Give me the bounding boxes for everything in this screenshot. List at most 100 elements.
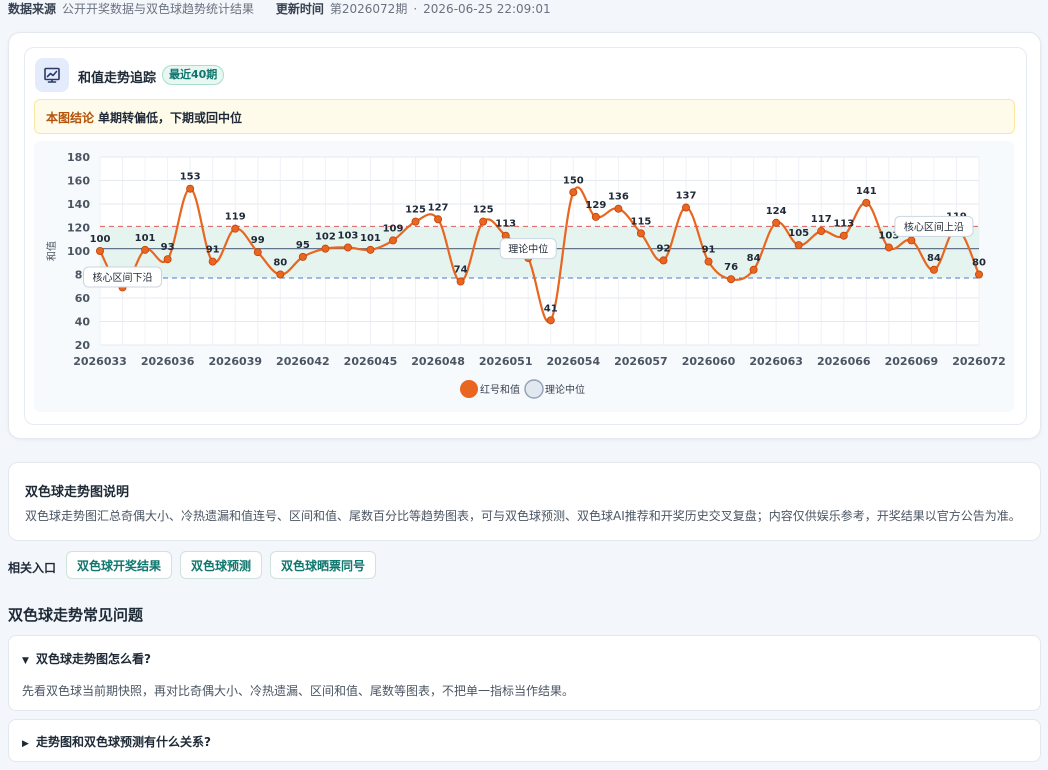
data-label: 84 (747, 253, 761, 264)
data-point (772, 218, 781, 227)
issue-number: 第2026072期 (329, 2, 408, 16)
data-label: 117 (811, 214, 832, 225)
faq-title: 双色球走势常见问题 (8, 606, 144, 624)
data-label: 129 (585, 200, 606, 211)
x-tick-label: 2026051 (479, 355, 533, 368)
data-point (749, 265, 758, 274)
data-label: 101 (360, 233, 381, 244)
data-point (659, 256, 668, 265)
legend-swatch-red-sum (460, 380, 478, 398)
data-point (434, 215, 443, 224)
update-label: 更新时间 (275, 2, 324, 16)
data-label: 95 (296, 240, 310, 251)
chart-panel: 20 40 60 80 100 120 140 160 180 和值 2026033 2026036 2… (34, 141, 1014, 412)
data-point (479, 217, 488, 226)
conclusion-text: 单期转偏低，下期或回中位 (98, 111, 243, 125)
x-tick-label: 2026063 (749, 355, 803, 368)
data-label: 119 (225, 212, 246, 223)
data-label: 150 (563, 175, 584, 186)
data-label: 92 (657, 243, 671, 254)
x-tick-label: 2026048 (411, 355, 465, 368)
y-tick-label: 180 (67, 151, 90, 164)
y-tick-label: 160 (67, 175, 90, 188)
data-point (614, 204, 623, 213)
update-timestamp: 2026-06-25 22:09:01 (423, 2, 551, 16)
data-label: 100 (90, 234, 111, 245)
caret-down-icon: ▼ (22, 656, 29, 666)
meta-bar: 数据来源 公开开奖数据与双色球趋势统计结果 更新时间 第2026072期 · 2026-… (8, 0, 551, 16)
data-label: 141 (856, 186, 877, 197)
data-point (704, 257, 713, 266)
conclusion-banner: 本图结论 单期转偏低，下期或回中位 (34, 99, 1015, 134)
data-point (569, 188, 578, 197)
data-label: 124 (766, 206, 787, 217)
data-point (208, 257, 217, 266)
legend-label-median: 理论中位 (545, 383, 585, 396)
trend-section: 和值走势追踪 最近40期 本图结论 单期转偏低，下期或回中位 20 40 60 80 1… (8, 32, 1041, 439)
data-point (276, 270, 285, 279)
caret-right-icon: ▶ (22, 739, 29, 749)
data-point (388, 236, 397, 245)
data-point (907, 236, 916, 245)
data-label: 91 (206, 245, 220, 256)
data-point (862, 198, 871, 207)
annotation-label: 理论中位 (508, 243, 548, 256)
data-label: 74 (454, 265, 468, 276)
data-point (411, 217, 420, 226)
link-draw-results[interactable]: 双色球开奖结果 (66, 551, 173, 579)
related-label: 相关入口 (8, 561, 57, 575)
data-label: 84 (927, 253, 941, 264)
y-tick-label: 140 (67, 198, 90, 211)
data-label: 115 (630, 216, 651, 227)
data-label: 41 (544, 303, 558, 314)
x-tick-label: 2026069 (885, 355, 939, 368)
data-point (929, 265, 938, 274)
annotation-label: 核心区间上沿 (904, 220, 964, 233)
data-point (141, 245, 150, 254)
data-point (456, 277, 465, 286)
data-point (884, 243, 893, 252)
data-label: 125 (405, 205, 426, 216)
x-tick-label: 2026060 (682, 355, 736, 368)
data-point (163, 255, 172, 264)
sum-trend-chart[interactable]: 20406080100120140160180和值2026033 2026036 2… (34, 141, 1014, 412)
faq-question[interactable]: ▶ 走势图和双色球预测有什么关系? (22, 733, 211, 750)
trend-card: 和值走势追踪 最近40期 本图结论 单期转偏低，下期或回中位 20 40 60 80 1… (24, 47, 1027, 425)
x-tick-label: 2026042 (276, 355, 330, 368)
link-prediction[interactable]: 双色球预测 (180, 551, 263, 579)
data-label: 99 (251, 235, 265, 246)
y-axis-label: 和值 (45, 241, 58, 261)
faq-question[interactable]: ▼ 双色球走势图怎么看? (22, 650, 151, 667)
x-tick-label: 2026066 (817, 355, 871, 368)
data-point (366, 245, 375, 254)
data-point (253, 248, 262, 257)
data-point (321, 244, 330, 253)
data-point (839, 231, 848, 240)
link-ticket-share[interactable]: 双色球晒票同号 (270, 551, 377, 579)
data-point (546, 316, 555, 325)
data-label: 136 (608, 192, 629, 203)
data-label: 127 (428, 202, 449, 213)
data-label: 137 (676, 191, 697, 202)
data-label: 102 (315, 232, 336, 243)
faq-item-how-to-read[interactable]: ▼ 双色球走势图怎么看? 先看双色球当前期快照，再对比奇偶大小、冷热遗漏、区间和值… (8, 635, 1041, 711)
faq-item-prediction-relation[interactable]: ▶ 走势图和双色球预测有什么关系? (8, 719, 1041, 762)
data-label: 101 (135, 233, 156, 244)
data-point (343, 243, 352, 252)
y-tick-label: 40 (75, 316, 91, 329)
source-label: 数据来源 (8, 2, 57, 16)
data-label: 76 (724, 262, 738, 273)
x-tick-label: 2026054 (547, 355, 601, 368)
description-title: 双色球走势图说明 (25, 485, 130, 500)
description-card: 双色球走势图说明 双色球走势图汇总奇偶大小、冷热遗漏和值连号、区间和值、尾数百分… (8, 462, 1041, 541)
conclusion-label: 本图结论 (46, 111, 95, 125)
data-label: 91 (702, 245, 716, 256)
data-label: 125 (473, 205, 494, 216)
data-label: 109 (383, 223, 404, 234)
data-point (682, 203, 691, 212)
y-tick-label: 20 (75, 339, 91, 352)
data-label: 113 (495, 219, 516, 230)
y-tick-label: 100 (67, 245, 90, 258)
x-tick-label: 2026033 (73, 355, 127, 368)
meta-separator: · (413, 2, 418, 16)
